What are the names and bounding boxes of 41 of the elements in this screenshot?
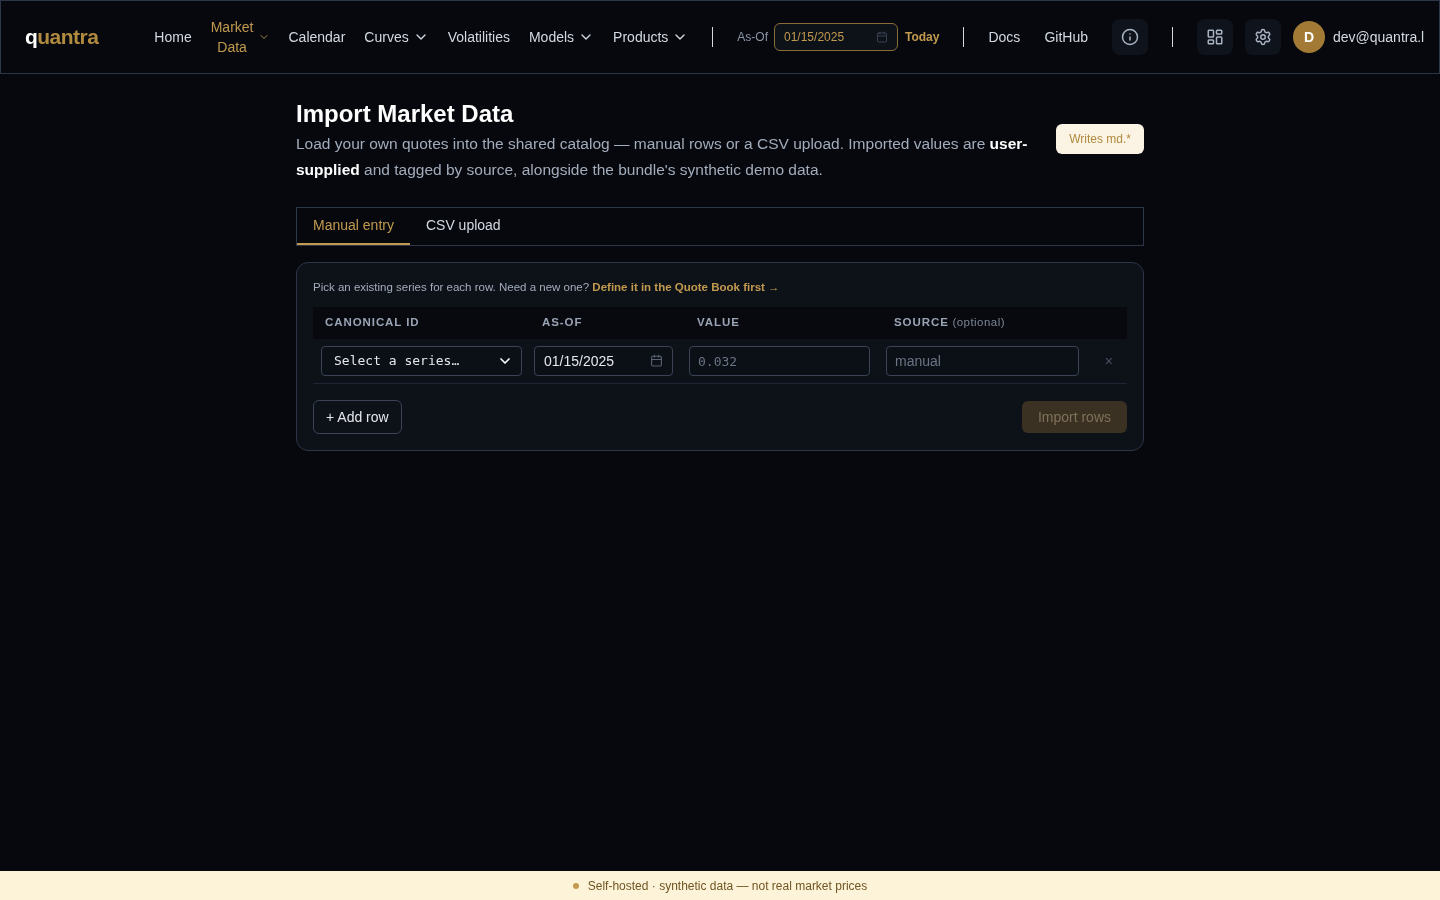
- page-title: Import Market Data: [296, 99, 515, 129]
- column-header: AS-OF: [541, 315, 584, 331]
- tab[interactable]: Manual entry: [297, 208, 410, 245]
- today-link[interactable]: Today: [905, 28, 940, 46]
- nav-link[interactable]: Docs: [988, 26, 1021, 48]
- nav-link[interactable]: Models: [528, 27, 595, 47]
- layout-grid-icon: [1205, 28, 1224, 46]
- column-header: VALUE: [696, 315, 741, 331]
- nav-link[interactable]: Home: [154, 27, 192, 47]
- value-input[interactable]: 0.032: [689, 346, 870, 376]
- dot-icon: [572, 882, 579, 889]
- page-description: Load your own quotes into the shared catalog — manual rows or a CSV upload. Imported values are user-supplied and tagged by source, alongside the bundle's synthetic demo data.: [296, 134, 1029, 180]
- source-input[interactable]: manual: [886, 346, 1079, 376]
- nav-link[interactable]: Calendar: [288, 27, 346, 47]
- nav-link[interactable]: Curves: [364, 27, 429, 47]
- calendar-icon: [650, 354, 663, 367]
- column-header: CANONICAL ID: [324, 315, 421, 331]
- tab[interactable]: CSV upload: [409, 208, 517, 245]
- date-input[interactable]: 01/15/2025: [534, 346, 673, 376]
- info-icon: [1120, 28, 1139, 46]
- nav-link[interactable]: GitHub: [1044, 26, 1088, 48]
- notice-text: Self-hosted · synthetic data — not real market prices: [587, 877, 868, 895]
- layout-button[interactable]: [1196, 19, 1233, 55]
- date-input[interactable]: 01/15/2025: [774, 23, 898, 51]
- quote-book-link[interactable]: Define it in the Quote Book first →: [592, 281, 780, 293]
- nav-link[interactable]: Volatilities: [447, 27, 510, 47]
- nav-link[interactable]: Market Data: [210, 17, 270, 57]
- add-row-button[interactable]: + Add row: [313, 400, 402, 434]
- hint-text: Pick an existing series for each row. Need a new one? Define it in the Quote Book first →: [313, 280, 781, 295]
- settings-button[interactable]: [1244, 19, 1281, 55]
- calendar-icon: [876, 31, 888, 43]
- column-header: SOURCE (optional): [893, 315, 1006, 331]
- user-email[interactable]: dev@quantra.l: [1332, 26, 1425, 48]
- settings-icon: [1253, 28, 1272, 46]
- user-avatar[interactable]: D: [1292, 21, 1325, 53]
- as-of-label: As-Of: [737, 29, 768, 46]
- nav-link[interactable]: Products: [613, 27, 689, 47]
- series-dropdown[interactable]: Select a series…: [321, 346, 522, 376]
- writes-badge: Writes md.*: [1056, 124, 1144, 154]
- logo[interactable]: quantra: [25, 21, 99, 53]
- info-button[interactable]: [1111, 19, 1148, 55]
